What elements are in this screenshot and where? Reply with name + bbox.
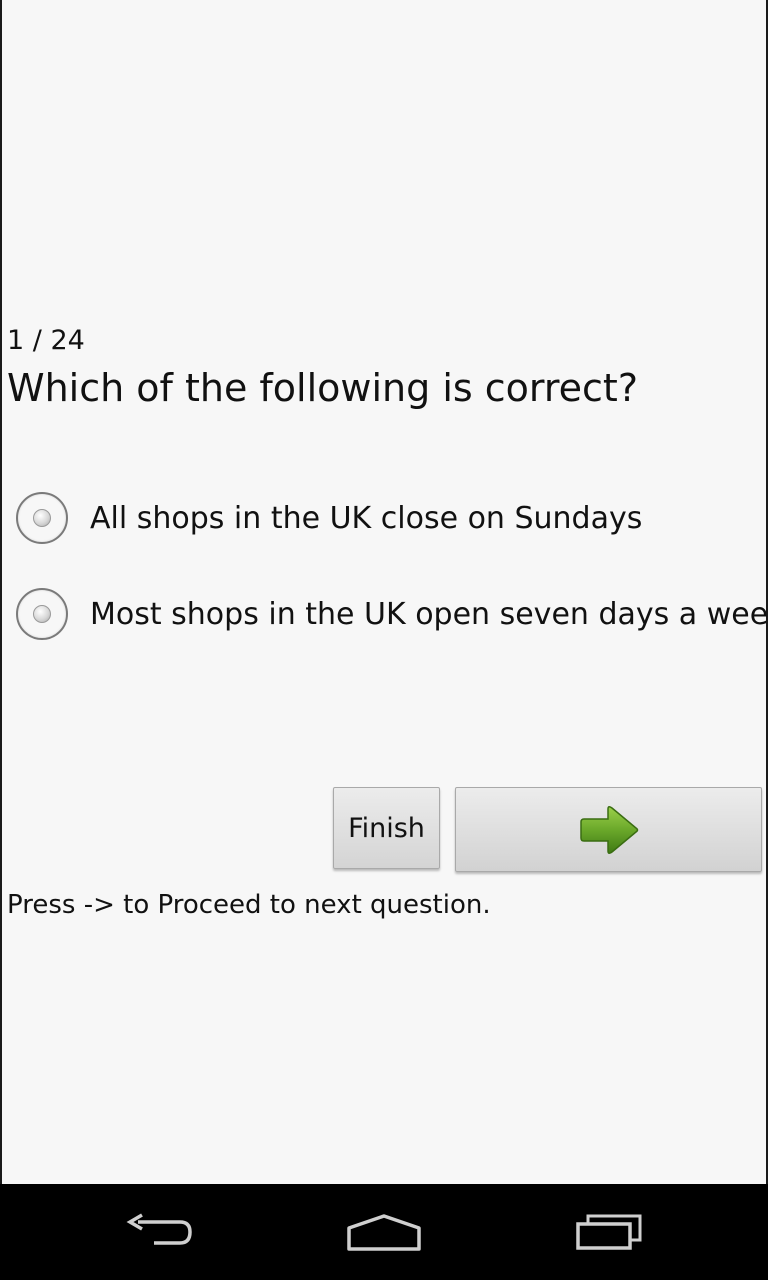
answer-option-1[interactable]: All shops in the UK close on Sundays xyxy=(16,489,761,547)
answer-option-2[interactable]: Most shops in the UK open seven days a w… xyxy=(16,585,768,643)
answer-option-label: All shops in the UK close on Sundays xyxy=(90,500,643,536)
radio-button-icon[interactable] xyxy=(16,492,68,544)
next-question-button[interactable] xyxy=(455,787,762,872)
system-navigation-bar xyxy=(0,1184,768,1280)
recent-apps-icon xyxy=(576,1214,642,1250)
recent-apps-button[interactable] xyxy=(530,1184,690,1280)
finish-button[interactable]: Finish xyxy=(333,787,440,869)
question-counter: 1 / 24 xyxy=(7,325,85,356)
home-button[interactable] xyxy=(304,1184,464,1280)
home-icon xyxy=(347,1214,421,1251)
proceed-hint: Press -> to Proceed to next question. xyxy=(7,890,491,920)
back-button[interactable] xyxy=(80,1184,240,1280)
right-arrow-icon xyxy=(579,805,638,854)
back-icon xyxy=(126,1213,192,1245)
quiz-screen: 1 / 24 Which of the following is correct… xyxy=(0,0,768,1184)
question-text: Which of the following is correct? xyxy=(7,366,638,410)
answer-option-label: Most shops in the UK open seven days a w… xyxy=(90,596,768,632)
radio-button-icon[interactable] xyxy=(16,588,68,640)
